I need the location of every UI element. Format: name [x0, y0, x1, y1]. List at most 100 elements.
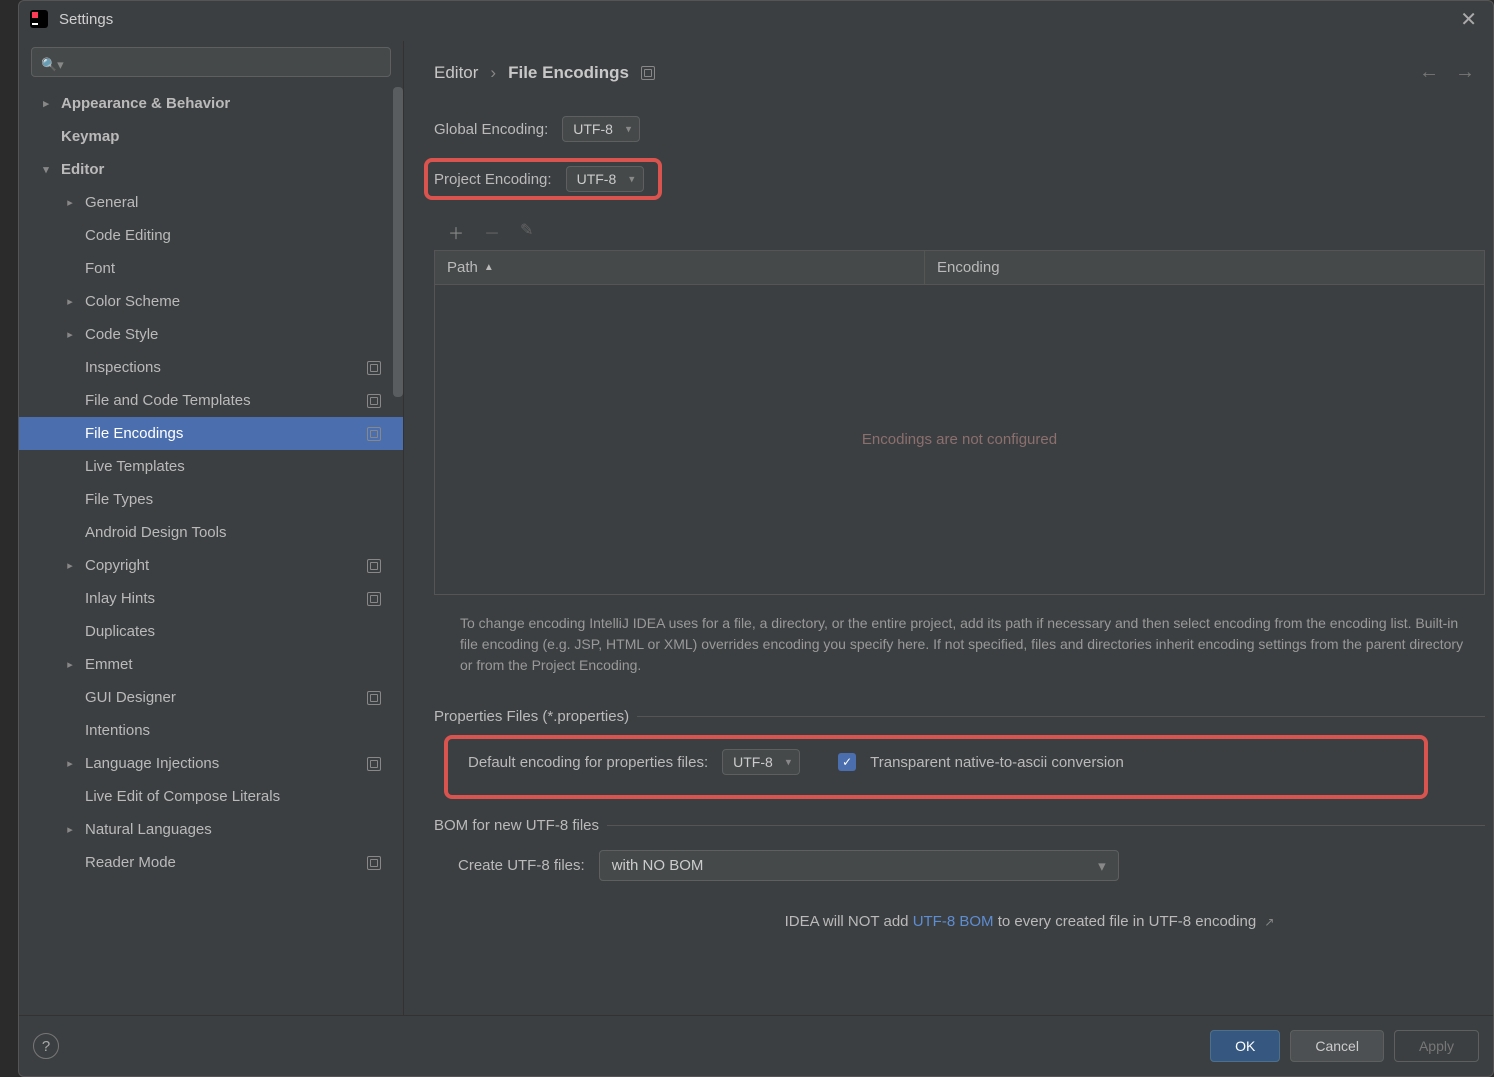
sidebar-item[interactable]: Keymap — [19, 120, 403, 153]
chevron-right-icon — [63, 658, 77, 671]
sidebar-item[interactable]: Duplicates — [19, 615, 403, 648]
sidebar-item[interactable]: Color Scheme — [19, 285, 403, 318]
sidebar-item[interactable]: GUI Designer — [19, 681, 403, 714]
encodings-table: Path ▲ Encoding Encodings are not config… — [434, 250, 1485, 595]
sidebar-item[interactable]: Editor — [19, 153, 403, 186]
sidebar-item[interactable]: Reader Mode — [19, 846, 403, 879]
sidebar-item-label: File and Code Templates — [85, 392, 251, 409]
chevron-down-icon — [39, 163, 53, 176]
settings-dialog: Settings ✕ 🔍▾ Appearance & Behavior Keyma… — [18, 0, 1494, 1077]
sidebar-item[interactable]: Live Templates — [19, 450, 403, 483]
sidebar-item[interactable]: Font — [19, 252, 403, 285]
chevron-right-icon — [63, 823, 77, 836]
edit-icon[interactable]: ✎ — [520, 220, 533, 244]
global-encoding-dropdown[interactable]: UTF-8 — [562, 116, 640, 142]
sidebar-item-label: Inspections — [85, 359, 161, 376]
sidebar-item-label: Copyright — [85, 557, 149, 574]
sidebar-item[interactable]: Inlay Hints — [19, 582, 403, 615]
settings-tree[interactable]: Appearance & Behavior Keymap EditorGeneral… — [19, 87, 403, 1015]
sidebar-item-label: GUI Designer — [85, 689, 176, 706]
cfg-scope-icon — [367, 559, 381, 573]
sidebar-item[interactable]: Inspections — [19, 351, 403, 384]
bom-section-header: BOM for new UTF-8 files — [434, 817, 1485, 834]
remove-icon[interactable]: － — [484, 220, 500, 244]
sidebar-item[interactable]: File Encodings — [19, 417, 403, 450]
search-icon: 🔍▾ — [41, 57, 64, 73]
sidebar-item-label: Duplicates — [85, 623, 155, 640]
cfg-scope-icon — [367, 691, 381, 705]
chevron-right-icon — [39, 97, 53, 110]
sidebar-item-label: Appearance & Behavior — [61, 95, 230, 112]
help-paragraph: To change encoding IntelliJ IDEA uses fo… — [434, 595, 1485, 690]
properties-section-header: Properties Files (*.properties) — [434, 708, 1485, 725]
cfg-scope-icon — [367, 427, 381, 441]
table-empty-message: Encodings are not configured — [435, 285, 1484, 594]
sidebar-item-label: Keymap — [61, 128, 119, 145]
chevron-right-icon — [63, 295, 77, 308]
properties-default-label: Default encoding for properties files: — [468, 754, 708, 771]
breadcrumb: Editor › File Encodings ← → — [434, 61, 1485, 84]
sidebar-item[interactable]: Code Style — [19, 318, 403, 351]
column-header-path[interactable]: Path ▲ — [435, 251, 925, 284]
cfg-scope-icon — [367, 757, 381, 771]
sidebar-item[interactable]: File Types — [19, 483, 403, 516]
add-icon[interactable]: ＋ — [448, 220, 464, 244]
sidebar-item[interactable]: Code Editing — [19, 219, 403, 252]
sidebar-item[interactable]: Live Edit of Compose Literals — [19, 780, 403, 813]
sidebar-item-label: Reader Mode — [85, 854, 176, 871]
native-to-ascii-label[interactable]: Transparent native-to-ascii conversion — [870, 754, 1124, 771]
create-utf8-label: Create UTF-8 files: — [458, 857, 585, 874]
chevron-right-icon — [63, 559, 77, 572]
sidebar-item-label: File Types — [85, 491, 153, 508]
create-utf8-dropdown[interactable]: with NO BOM — [599, 850, 1119, 881]
nav-back-icon[interactable]: ← — [1419, 61, 1439, 84]
sidebar-item[interactable]: Android Design Tools — [19, 516, 403, 549]
table-toolbar: ＋ － ✎ — [434, 216, 1485, 250]
sort-asc-icon: ▲ — [484, 262, 494, 273]
bom-note: IDEA will NOT add UTF-8 BOM to every cre… — [434, 897, 1485, 930]
dialog-footer: ? OK Cancel Apply — [19, 1015, 1493, 1076]
cancel-button[interactable]: Cancel — [1290, 1030, 1384, 1062]
ok-button[interactable]: OK — [1210, 1030, 1280, 1062]
breadcrumb-parent[interactable]: Editor — [434, 63, 478, 83]
project-encoding-dropdown[interactable]: UTF-8 — [566, 166, 644, 192]
sidebar-item-label: Intentions — [85, 722, 150, 739]
close-icon[interactable]: ✕ — [1454, 7, 1483, 32]
window-title: Settings — [59, 11, 113, 28]
nav-forward-icon[interactable]: → — [1455, 61, 1475, 84]
sidebar-item-label: Language Injections — [85, 755, 219, 772]
column-header-encoding[interactable]: Encoding — [925, 251, 1484, 284]
main-panel: Editor › File Encodings ← → Global Encod… — [404, 41, 1493, 1015]
sidebar-item[interactable]: Intentions — [19, 714, 403, 747]
create-utf8-row: Create UTF-8 files: with NO BOM — [458, 844, 1485, 887]
properties-default-dropdown[interactable]: UTF-8 — [722, 749, 800, 775]
chevron-right-icon — [63, 757, 77, 770]
sidebar-item-label: Android Design Tools — [85, 524, 226, 541]
cfg-scope-icon[interactable] — [641, 66, 655, 80]
sidebar-item[interactable]: Natural Languages — [19, 813, 403, 846]
apply-button[interactable]: Apply — [1394, 1030, 1479, 1062]
sidebar-item-label: File Encodings — [85, 425, 183, 442]
sidebar-item-label: Color Scheme — [85, 293, 180, 310]
highlight-properties-encoding: Default encoding for properties files: U… — [444, 735, 1428, 799]
global-encoding-row: Global Encoding: UTF-8 — [434, 110, 1485, 148]
search-input[interactable] — [31, 47, 391, 77]
sidebar-item[interactable]: Emmet — [19, 648, 403, 681]
titlebar: Settings ✕ — [19, 1, 1493, 41]
chevron-right-icon — [63, 328, 77, 341]
sidebar-item-label: Natural Languages — [85, 821, 212, 838]
highlight-project-encoding: Project Encoding: UTF-8 — [424, 158, 662, 200]
sidebar-item[interactable]: Copyright — [19, 549, 403, 582]
sidebar-item-label: Emmet — [85, 656, 133, 673]
sidebar-item-label: Code Style — [85, 326, 158, 343]
external-link-icon: ↗ — [1264, 915, 1274, 929]
help-button[interactable]: ? — [33, 1033, 59, 1059]
chevron-right-icon — [63, 196, 77, 209]
sidebar-item[interactable]: Language Injections — [19, 747, 403, 780]
sidebar-item[interactable]: General — [19, 186, 403, 219]
sidebar-item[interactable]: File and Code Templates — [19, 384, 403, 417]
native-to-ascii-checkbox[interactable]: ✓ — [838, 753, 856, 771]
app-logo-icon — [29, 9, 49, 29]
utf8-bom-link[interactable]: UTF-8 BOM — [913, 913, 994, 930]
sidebar-item[interactable]: Appearance & Behavior — [19, 87, 403, 120]
